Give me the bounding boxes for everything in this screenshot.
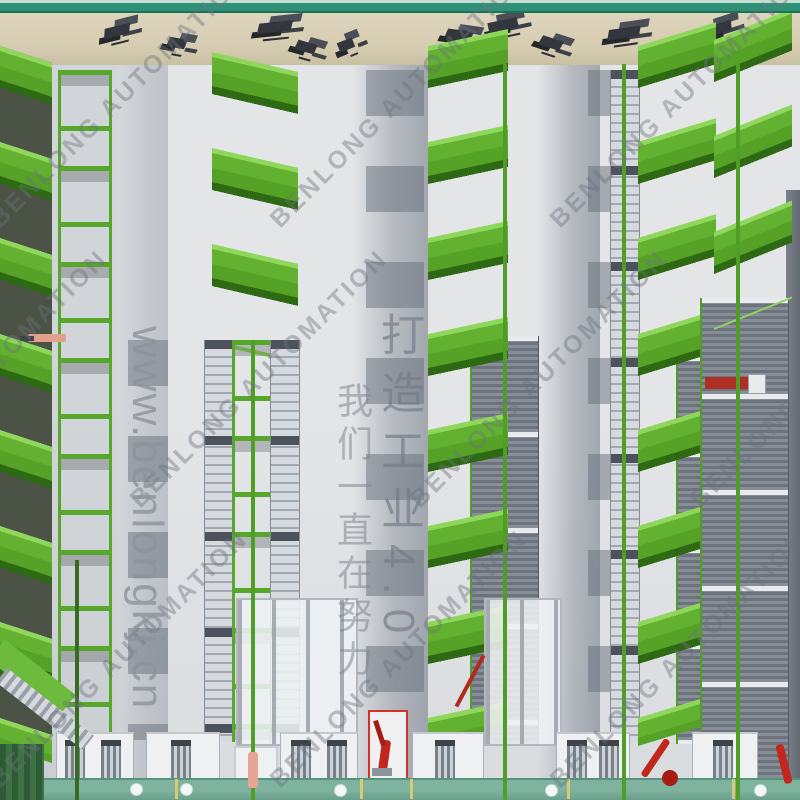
lane-tick bbox=[360, 779, 363, 799]
ribbed-unit bbox=[713, 740, 733, 780]
ribbed-unit bbox=[171, 740, 191, 780]
rack-column-5 bbox=[714, 40, 792, 330]
guide-line bbox=[736, 64, 740, 800]
top-wall-strip bbox=[0, 0, 800, 13]
corner-machine bbox=[0, 744, 44, 800]
factory-render: BENLONG AUTOMATION BENLONG AUTOMATION BE… bbox=[0, 0, 800, 800]
rack-column-1 bbox=[0, 44, 52, 744]
rack-column-2-panels bbox=[212, 52, 298, 344]
rack-frame-column bbox=[58, 70, 112, 740]
robot-joint bbox=[662, 770, 678, 786]
ribbed-unit bbox=[599, 740, 619, 780]
lane-tick bbox=[175, 779, 178, 799]
floor-dot bbox=[334, 784, 347, 797]
lane-tick bbox=[732, 779, 735, 799]
robot-base bbox=[372, 768, 392, 776]
panel-shadow-lane bbox=[128, 340, 168, 740]
ribbed-unit bbox=[291, 740, 311, 780]
guide-line bbox=[503, 64, 507, 800]
floor-dot bbox=[130, 783, 143, 796]
lane-tick bbox=[410, 779, 413, 799]
floor-dot bbox=[545, 784, 558, 797]
rack-column-5-modules bbox=[700, 298, 789, 800]
ribbed-unit bbox=[101, 740, 121, 780]
robot-arm bbox=[248, 752, 258, 788]
machine-cabinet bbox=[56, 732, 134, 781]
transfer-lane bbox=[0, 778, 800, 800]
rack-rail bbox=[204, 340, 234, 742]
machine-cabinet bbox=[146, 732, 220, 781]
machine-cabinet bbox=[556, 732, 630, 781]
floor-dot bbox=[180, 783, 193, 796]
carrier-box bbox=[748, 374, 766, 394]
machine-cabinet bbox=[692, 732, 758, 781]
guide-line bbox=[622, 64, 626, 800]
robot-gripper bbox=[20, 336, 34, 341]
green-panel-stack bbox=[714, 8, 792, 330]
guide-line bbox=[251, 340, 255, 800]
green-panel-stack bbox=[212, 52, 298, 364]
red-carrier-beam bbox=[705, 377, 749, 389]
service-platform bbox=[484, 598, 562, 746]
ribbed-unit bbox=[327, 740, 347, 780]
lane-tick bbox=[567, 779, 570, 799]
guide-line bbox=[75, 560, 79, 800]
machine-cabinet bbox=[412, 732, 484, 781]
ribbed-unit bbox=[435, 740, 455, 780]
ribbed-unit bbox=[567, 740, 587, 780]
floor-dot bbox=[754, 784, 767, 797]
panel-shadow-lane bbox=[366, 70, 424, 740]
machine-cabinet bbox=[280, 732, 358, 781]
